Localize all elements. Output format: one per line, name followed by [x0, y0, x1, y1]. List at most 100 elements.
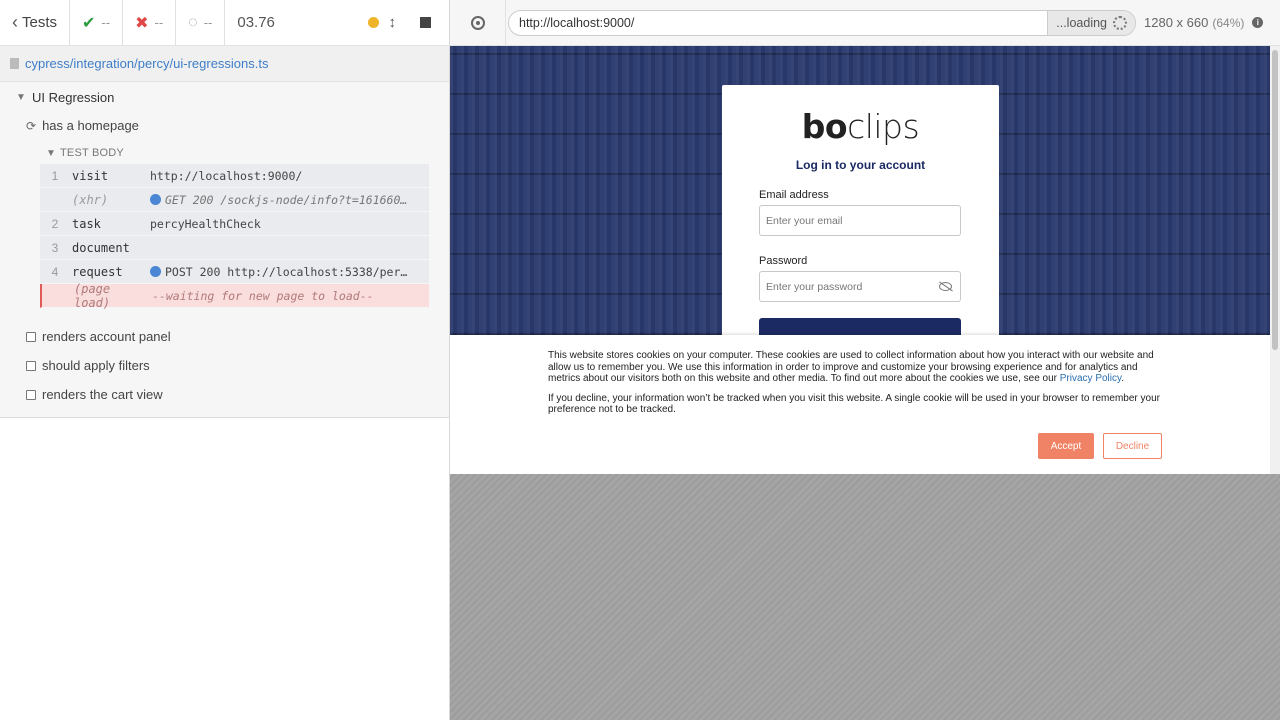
test-body-label: TEST BODY [60, 147, 124, 159]
xhr-status-icon [150, 194, 161, 205]
loading-label: ...loading [1056, 15, 1107, 30]
command-message-text: --waiting for new page to load-- [152, 288, 374, 303]
cookie-para1-end: . [1121, 373, 1125, 385]
email-field[interactable]: Enter your email [759, 205, 961, 236]
aut-area: boclips Log in to your account Email add… [450, 46, 1280, 720]
app-iframe: boclips Log in to your account Email add… [450, 46, 1280, 474]
cookie-paragraph-1: This website stores cookies on your comp… [548, 350, 1168, 385]
command-number: 3 [51, 240, 59, 255]
passed-count: ✔ -- [70, 0, 124, 45]
command-message-text: POST 200 http://localhost:5338/per… [165, 264, 408, 279]
circle-notch-icon: ◌ [188, 13, 198, 31]
square-icon [26, 389, 36, 400]
command-message-text: http://localhost:9000/ [150, 168, 303, 183]
aut-header: http://localhost:9000/ ...loading 1280 x… [450, 0, 1280, 46]
test-has-a-homepage[interactable]: ⟳ has a homepage [0, 111, 449, 140]
test-title: should apply filters [42, 358, 150, 373]
command-message: http://localhost:9000/ [150, 169, 429, 183]
command-message: percyHealthCheck [150, 217, 429, 231]
tests-label: Tests [22, 14, 58, 31]
command-name: request [72, 264, 123, 279]
suite: ▼ UI Regression ⟳ has a homepage ▼ TEST … [0, 83, 449, 409]
suite-title-text: UI Regression [32, 89, 115, 105]
stop-icon[interactable] [420, 17, 431, 28]
scrollbar-thumb[interactable] [1272, 50, 1278, 350]
cypress-reporter: ‹ Tests ✔ -- ✖ -- ◌ -- 03.76 ↕ cypress/i… [0, 0, 450, 720]
url-text: http://localhost:9000/ [519, 15, 635, 30]
logo-rest: clips [847, 107, 920, 146]
command-message: POST 200 http://localhost:5338/per… [150, 265, 429, 279]
request-status-icon [150, 266, 161, 277]
failed-value: -- [154, 15, 164, 30]
check-icon: ✔ [82, 14, 96, 32]
test-title: has a homepage [42, 118, 139, 133]
viewport-info[interactable]: 1280 x 660 (64%) i [1144, 15, 1264, 30]
command-name: visit [72, 168, 109, 183]
command-number: 1 [51, 168, 59, 183]
accept-button[interactable]: Accept [1038, 433, 1094, 459]
viewport-size: 1280 x 660 [1144, 15, 1209, 30]
info-icon: i [1252, 17, 1264, 28]
command-message-text: percyHealthCheck [150, 216, 261, 231]
password-field[interactable]: Enter your password [759, 271, 961, 302]
loading-indicator: ...loading [1047, 10, 1135, 35]
other-tests: renders account panel should apply filte… [0, 322, 449, 409]
command-name: task [72, 216, 101, 231]
cookie-text: This website stores cookies on your comp… [548, 350, 1168, 416]
x-icon: ✖ [135, 14, 149, 32]
command-row-pending[interactable]: (page load) --waiting for new page to lo… [40, 281, 429, 310]
command-number: 2 [51, 216, 59, 231]
refresh-icon: ⟳ [26, 118, 37, 133]
command-row[interactable]: 4 request POST 200 http://localhost:5338… [40, 260, 429, 284]
command-row[interactable]: 1 visit http://localhost:9000/ [40, 164, 429, 188]
running-indicator-icon [367, 17, 379, 28]
tests-back-button[interactable]: ‹ Tests [0, 0, 71, 45]
command-message-text: GET 200 /sockjs-node/info?t=161660… [165, 192, 408, 207]
scrollbar[interactable] [1270, 46, 1280, 474]
pending-value: -- [203, 15, 213, 30]
cookie-banner: This website stores cookies on your comp… [450, 335, 1270, 474]
command-name: (page load) [74, 281, 111, 310]
cookie-buttons: Accept Decline [1038, 433, 1162, 459]
command-name: document [72, 240, 130, 255]
test-title: renders account panel [42, 329, 171, 344]
crosshair-icon [470, 15, 485, 30]
test-row[interactable]: renders account panel [0, 322, 449, 351]
command-row[interactable]: 3 document [40, 236, 429, 260]
password-placeholder: Enter your password [766, 280, 863, 293]
command-message: GET 200 /sockjs-node/info?t=161660… [150, 193, 429, 207]
boclips-logo: boclips [722, 107, 999, 146]
caret-down-icon: ▼ [16, 91, 26, 103]
file-icon [10, 58, 19, 69]
failed-count: ✖ -- [123, 0, 177, 45]
url-bar: http://localhost:9000/ ...loading [508, 9, 1136, 36]
chevron-left-icon: ‹ [12, 12, 18, 32]
test-row[interactable]: renders the cart view [0, 380, 449, 409]
command-message: --waiting for new page to load-- [152, 289, 429, 303]
login-card: boclips Log in to your account Email add… [722, 85, 999, 345]
command-row[interactable]: 2 task percyHealthCheck [40, 212, 429, 236]
selector-playground-button[interactable] [450, 0, 506, 46]
test-body: ▼ TEST BODY 1 visit http://localhost:900… [40, 140, 429, 310]
test-body-title[interactable]: ▼ TEST BODY [40, 142, 429, 164]
privacy-policy-link[interactable]: Privacy Policy [1060, 373, 1122, 384]
command-row[interactable]: (xhr) GET 200 /sockjs-node/info?t=161660… [40, 188, 429, 212]
spec-path-link[interactable]: cypress/integration/percy/ui-regressions… [25, 56, 269, 71]
eye-slash-icon[interactable] [939, 282, 952, 291]
duration: 03.76 [237, 14, 275, 31]
stats-bar: ‹ Tests ✔ -- ✖ -- ◌ -- 03.76 ↕ [0, 0, 449, 46]
cookie-paragraph-2: If you decline, your information won’t b… [548, 392, 1160, 416]
test-title: renders the cart view [42, 387, 163, 402]
login-title: Log in to your account [795, 158, 926, 172]
caret-down-icon: ▼ [46, 147, 57, 159]
square-icon [26, 360, 36, 371]
pending-count: ◌ -- [176, 0, 226, 45]
suite-title[interactable]: ▼ UI Regression [0, 83, 449, 111]
test-row[interactable]: should apply filters [0, 351, 449, 380]
reporter-empty-area [0, 417, 449, 720]
square-icon [26, 331, 36, 342]
spec-header: cypress/integration/percy/ui-regressions… [0, 46, 449, 82]
decline-button[interactable]: Decline [1103, 433, 1162, 459]
auto-scroll-icon[interactable]: ↕ [389, 14, 397, 31]
command-name: (xhr) [72, 192, 109, 207]
